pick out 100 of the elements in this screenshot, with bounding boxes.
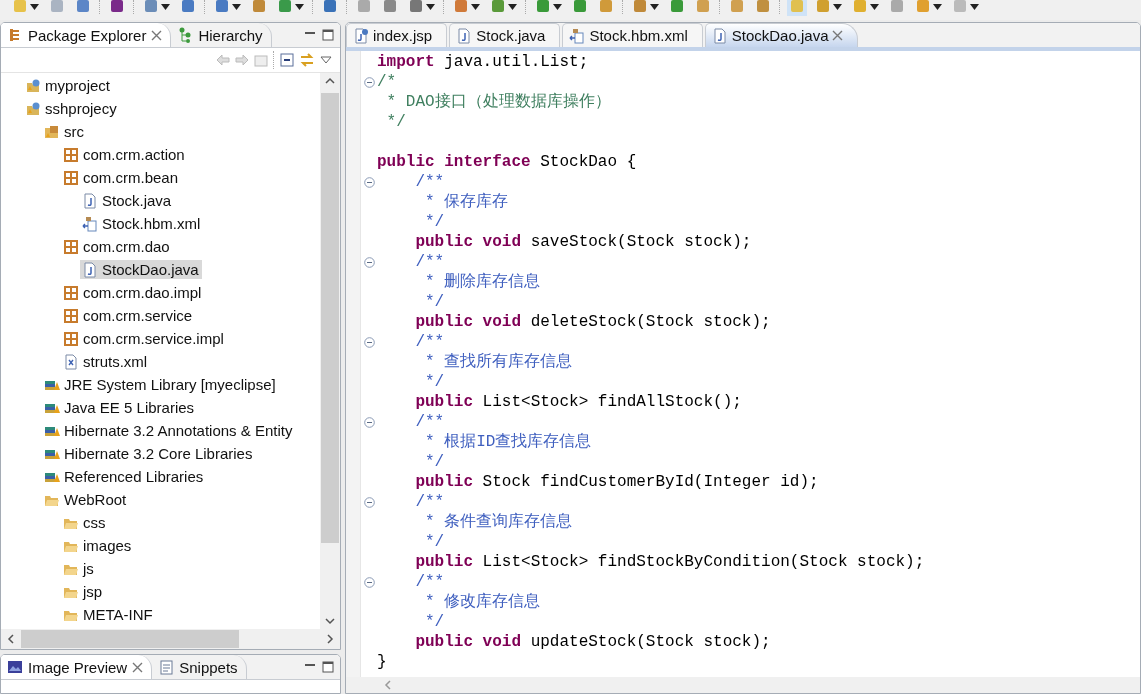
editor-tab[interactable]: Stock.java [449, 23, 561, 47]
close-icon[interactable] [132, 661, 144, 673]
code-line: * 查找所有库存信息 [424, 352, 574, 372]
editor-tab[interactable]: index.jsp [346, 23, 448, 47]
dropdown-caret-icon[interactable] [870, 4, 879, 10]
toolbar-icon [695, 0, 711, 14]
dropdown-caret-icon[interactable] [508, 4, 517, 10]
tree-item[interactable]: com.crm.service.impl [61, 329, 227, 348]
tree-item[interactable]: com.crm.dao.impl [61, 283, 205, 302]
toolbar-icon [598, 0, 614, 14]
toolbar-icon [453, 0, 469, 14]
dropdown-caret-icon[interactable] [833, 4, 842, 10]
toolbar-icon [75, 0, 91, 14]
dropdown-caret-icon[interactable] [933, 4, 942, 10]
code-line: * 条件查询库存信息 [424, 512, 574, 532]
tree-item[interactable]: Hibernate 3.2 Core Libraries [42, 444, 256, 463]
java-file-icon [456, 27, 473, 44]
tree-item[interactable]: com.crm.service [61, 306, 196, 325]
editor-tab[interactable]: Stock.hbm.xml [562, 23, 703, 47]
tree-item[interactable]: com.crm.bean [61, 168, 182, 187]
scroll-left-icon [382, 679, 394, 691]
fold-icon[interactable] [363, 76, 375, 88]
dropdown-caret-icon[interactable] [650, 4, 659, 10]
tree-item[interactable]: Stock.hbm.xml [80, 214, 204, 233]
package-icon [63, 146, 79, 163]
toolbar-icon [852, 0, 868, 14]
vertical-scrollbar[interactable] [320, 73, 340, 629]
view-tab[interactable]: Image Preview [1, 655, 153, 679]
fold-icon[interactable] [363, 416, 375, 428]
editor-tab[interactable]: StockDao.java [704, 23, 859, 47]
toolbar-icon [408, 0, 424, 14]
dropdown-caret-icon[interactable] [426, 4, 435, 10]
library-icon [44, 425, 60, 436]
tree-item[interactable]: struts.xml [61, 352, 151, 371]
code-line: */ [424, 372, 446, 392]
maximize-icon[interactable] [322, 29, 334, 41]
toolbar-icon [143, 0, 159, 14]
dropdown-caret-icon[interactable] [232, 4, 241, 10]
tree-item[interactable]: js [61, 559, 97, 578]
project-icon [25, 77, 41, 94]
tree-item[interactable]: myproject [23, 76, 114, 95]
library-icon [44, 471, 60, 482]
fold-icon[interactable] [363, 496, 375, 508]
tree-item[interactable]: WebRoot [42, 490, 130, 509]
package-icon [63, 238, 79, 255]
dropdown-caret-icon[interactable] [553, 4, 562, 10]
tree-item[interactable]: JRE System Library [myeclipse] [42, 375, 279, 394]
toolbar-icon [322, 0, 338, 14]
tree-item[interactable]: Hibernate 3.2 Annotations & Entity [42, 421, 296, 440]
code-line: public Stock findCustomerById(Integer id); [414, 472, 820, 492]
code-line: */ [424, 452, 446, 472]
toolbar-icon [490, 0, 506, 14]
dropdown-caret-icon[interactable] [30, 4, 39, 10]
tree-item[interactable]: META-INF [61, 605, 156, 624]
tree-item[interactable]: images [61, 536, 135, 555]
tree-item[interactable]: Referenced Libraries [42, 467, 207, 486]
code-line: /* [377, 72, 398, 92]
tree-item[interactable]: com.crm.dao [61, 237, 173, 256]
close-icon[interactable] [151, 29, 163, 41]
fold-icon[interactable] [363, 256, 375, 268]
fold-icon[interactable] [363, 176, 375, 188]
code-line: */ [424, 532, 446, 552]
source-folder-icon [44, 123, 60, 140]
jsp-file-icon [353, 27, 369, 44]
tree-item[interactable]: StockDao.java [80, 260, 202, 279]
dropdown-caret-icon[interactable] [161, 4, 170, 10]
code-line: */ [424, 292, 446, 312]
code-line: * 删除库存信息 [424, 272, 542, 292]
code-line: */ [424, 612, 446, 632]
toolbar-icon [915, 0, 931, 14]
maximize-icon[interactable] [322, 661, 334, 673]
horizontal-scrollbar[interactable] [346, 677, 1140, 693]
close-icon[interactable] [832, 30, 844, 41]
tree-item[interactable]: jsp [61, 582, 106, 601]
code-line: public List<Stock> findStockByCondition(Stock stock); [414, 552, 926, 572]
dropdown-caret-icon[interactable] [970, 4, 979, 10]
tree-item[interactable]: Java EE 5 Libraries [42, 398, 198, 417]
toolbar-icon [755, 0, 771, 14]
code-line: public void deleteStock(Stock stock); [414, 312, 772, 332]
tree-item[interactable]: Stock.java [80, 191, 175, 210]
view-tab[interactable]: Package Explorer [1, 23, 172, 47]
dropdown-caret-icon[interactable] [295, 4, 304, 10]
tree-item[interactable]: sshprojecy [23, 99, 120, 118]
toolbar-icon [789, 0, 805, 14]
code-line: public interface StockDao { [377, 152, 638, 172]
view-menu-icon[interactable] [320, 56, 332, 64]
dropdown-caret-icon[interactable] [471, 4, 480, 10]
code-line: /** [414, 332, 446, 352]
toolbar-icon [382, 0, 398, 14]
code-line: * 保存库存 [424, 192, 510, 212]
java-file-icon [82, 192, 98, 209]
fold-icon[interactable] [363, 336, 375, 348]
toolbar-icon [952, 0, 968, 14]
tree-item[interactable]: src [42, 122, 87, 141]
collapse-all-icon[interactable] [280, 53, 294, 67]
tree-item[interactable]: com.crm.action [61, 145, 188, 164]
fold-icon[interactable] [363, 576, 375, 588]
mapping-file-icon [569, 27, 586, 44]
tree-item[interactable]: css [61, 513, 109, 532]
horizontal-scrollbar[interactable] [1, 629, 340, 649]
